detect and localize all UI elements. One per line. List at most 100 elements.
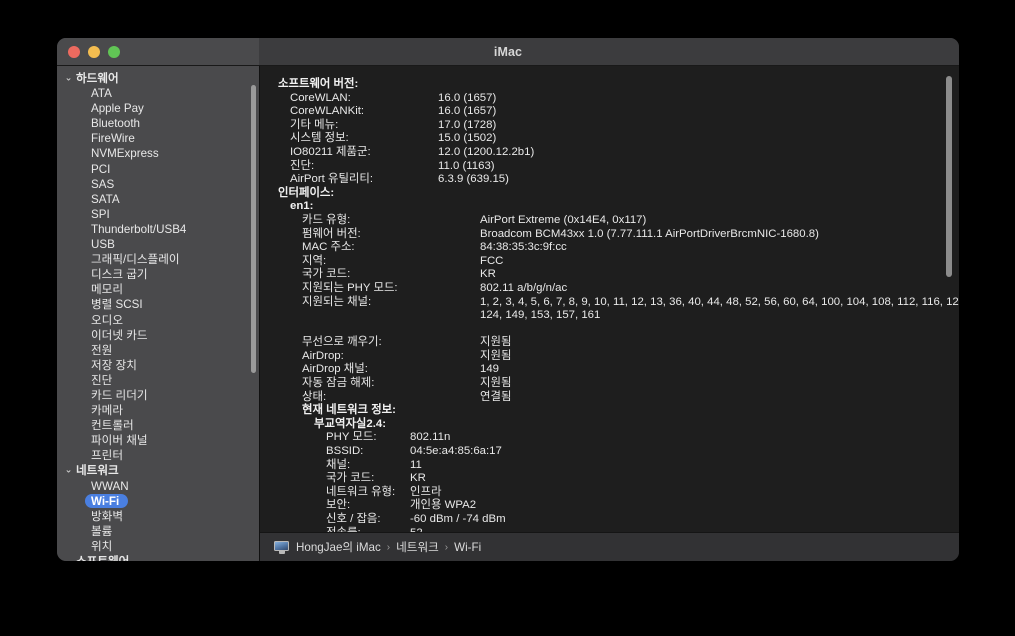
row-key: 지역: [302,254,327,267]
sidebar[interactable]: ⌄ 하드웨어 ATA Apple Pay Bluetooth FireWire … [57,66,259,561]
sidebar-item-thunderbolt-usb4[interactable]: Thunderbolt/USB4 [57,222,259,237]
row-value: 인프라 [410,485,442,498]
breadcrumb-item-network[interactable]: 네트워크 [396,539,439,555]
row-key: 펌웨어 버전: [302,227,361,240]
row-system-information: 시스템 정보: 15.0 (1502) [278,132,959,146]
sidebar-item-wifi[interactable]: Wi-Fi [57,494,259,509]
sidebar-item-power[interactable]: 전원 [57,343,259,358]
row-value: 지원됨 [480,377,512,390]
sidebar-item-nvmexpress[interactable]: NVMExpress [57,146,259,161]
breadcrumb-item-device[interactable]: HongJae의 iMac [296,539,381,555]
row-wake-on-wireless: 무선으로 깨우기: 지원됨 [278,336,959,350]
sidebar-item-camera[interactable]: 카메라 [57,403,259,418]
row-diagnostics: 진단: 11.0 (1163) [278,160,959,174]
sidebar-item-firewire[interactable]: FireWire [57,131,259,146]
row-value: FCC [480,254,504,267]
sidebar-item-label: 저장 장치 [91,358,137,372]
row-key: 채널: [326,458,351,471]
sidebar-scrollbar-thumb[interactable] [251,85,256,373]
sidebar-group-label: 네트워크 [76,464,119,478]
sidebar-item-audio[interactable]: 오디오 [57,313,259,328]
sidebar-item-label: WWAN [91,479,129,493]
row-value: 11.0 (1163) [438,159,495,172]
sidebar-item-label: 컨트롤러 [91,419,134,433]
sidebar-item-bluetooth[interactable]: Bluetooth [57,116,259,131]
sidebar-item-ethernet-cards[interactable]: 이더넷 카드 [57,328,259,343]
breadcrumb-item-wifi[interactable]: Wi-Fi [454,541,481,554]
chevron-down-icon: ⌄ [64,555,73,561]
row-key: 신호 / 잡음: [326,513,381,525]
row-supported-channels: 지원되는 채널: 1, 2, 3, 4, 5, 6, 7, 8, 9, 10, … [278,296,959,310]
sidebar-item-spi[interactable]: SPI [57,207,259,222]
sidebar-item-sas[interactable]: SAS [57,177,259,192]
row-value: KR [480,268,496,281]
row-firmware-version: 펌웨어 버전: Broadcom BCM43xx 1.0 (7.77.111.1… [278,228,959,242]
row-key: CoreWLAN: [290,91,351,104]
sidebar-item-storage[interactable]: 저장 장치 [57,358,259,373]
row-key: 상태: [302,390,327,403]
row-transmit-rate: 전송률: 52 [278,527,959,532]
row-key: PHY 모드: [326,431,377,444]
sidebar-item-pci[interactable]: PCI [57,162,259,177]
row-value: 124, 149, 153, 157, 161 [480,309,601,322]
detail-pane: 소프트웨어 버전: CoreWLAN: 16.0 (1657) CoreWLAN… [259,66,959,561]
row-airdrop: AirDrop: 지원됨 [278,350,959,364]
system-information-window: iMac ⌄ 하드웨어 ATA Apple Pay Bluetooth Fire… [57,38,959,561]
sidebar-item-printers[interactable]: 프린터 [57,448,259,463]
sidebar-item-graphics-displays[interactable]: 그래픽/디스플레이 [57,252,259,267]
row-key: 시스템 정보: [290,132,349,145]
sidebar-item-label: Thunderbolt/USB4 [91,222,187,236]
sidebar-item-label: 카메라 [91,404,123,418]
sidebar-item-fibre-channel[interactable]: 파이버 채널 [57,433,259,448]
sidebar-item-firewall[interactable]: 방화벽 [57,509,259,524]
sidebar-item-apple-pay[interactable]: Apple Pay [57,101,259,116]
sidebar-item-label: 오디오 [91,313,123,327]
sidebar-item-label: 이더넷 카드 [91,328,148,342]
row-value: 84:38:35:3c:9f:cc [480,241,567,254]
row-key: 국가 코드: [302,268,351,281]
sidebar-group-software[interactable]: ⌄ 소프트웨어 [57,554,259,561]
interfaces-heading: 인터페이스: [278,186,335,199]
sidebar-item-label-selected: Wi-Fi [85,494,129,509]
detail-scrollbar[interactable] [946,76,952,522]
sidebar-item-card-reader[interactable]: 카드 리더기 [57,388,259,403]
sidebar-item-label: NVMExpress [91,147,159,161]
row-auto-unlock: 자동 잠금 해제: 지원됨 [278,377,959,391]
row-mac-address: MAC 주소: 84:38:35:3c:9f:cc [278,241,959,255]
sidebar-item-locations[interactable]: 위치 [57,539,259,554]
detail-scrollbar-thumb[interactable] [946,76,952,277]
sidebar-item-ata[interactable]: ATA [57,86,259,101]
sidebar-item-usb[interactable]: USB [57,237,259,252]
row-value: -60 dBm / -74 dBm [410,513,506,525]
sidebar-group-hardware[interactable]: ⌄ 하드웨어 [57,71,259,86]
current-network-ssid: 부교역자실2.4: [314,417,387,430]
sidebar-item-label: 볼륨 [91,524,113,538]
breadcrumb-separator: › [444,541,449,553]
row-key: AirDrop: [302,349,344,362]
sidebar-scrollbar[interactable] [251,85,256,557]
current-network-heading: 현재 네트워크 정보: [302,404,396,417]
sidebar-item-controller[interactable]: 컨트롤러 [57,418,259,433]
sidebar-item-disc-burning[interactable]: 디스크 굽기 [57,267,259,282]
sidebar-item-memory[interactable]: 메모리 [57,282,259,297]
close-button[interactable] [68,45,80,58]
sidebar-item-label: PCI [91,162,111,176]
sidebar-item-label: USB [91,238,115,252]
row-value: 17.0 (1728) [438,118,497,131]
row-value: 연결됨 [480,390,512,403]
sidebar-item-wwan[interactable]: WWAN [57,479,259,494]
row-value: AirPort Extreme (0x14E4, 0x117) [480,213,647,226]
sidebar-item-label: Apple Pay [91,102,144,116]
sidebar-item-parallel-scsi[interactable]: 병렬 SCSI [57,297,259,312]
sidebar-item-diagnostics[interactable]: 진단 [57,373,259,388]
sidebar-item-volumes[interactable]: 볼륨 [57,524,259,539]
row-phy-mode: PHY 모드: 802.11n [278,431,959,445]
sidebar-item-label: 파이버 채널 [91,434,148,448]
title-bar-right [259,38,959,65]
zoom-button[interactable] [108,45,120,58]
minimize-button[interactable] [88,45,100,58]
sidebar-item-label: 진단 [91,373,113,387]
sidebar-group-network[interactable]: ⌄ 네트워크 [57,463,259,478]
sidebar-item-sata[interactable]: SATA [57,192,259,207]
row-value: 1, 2, 3, 4, 5, 6, 7, 8, 9, 10, 11, 12, 1… [480,295,959,308]
